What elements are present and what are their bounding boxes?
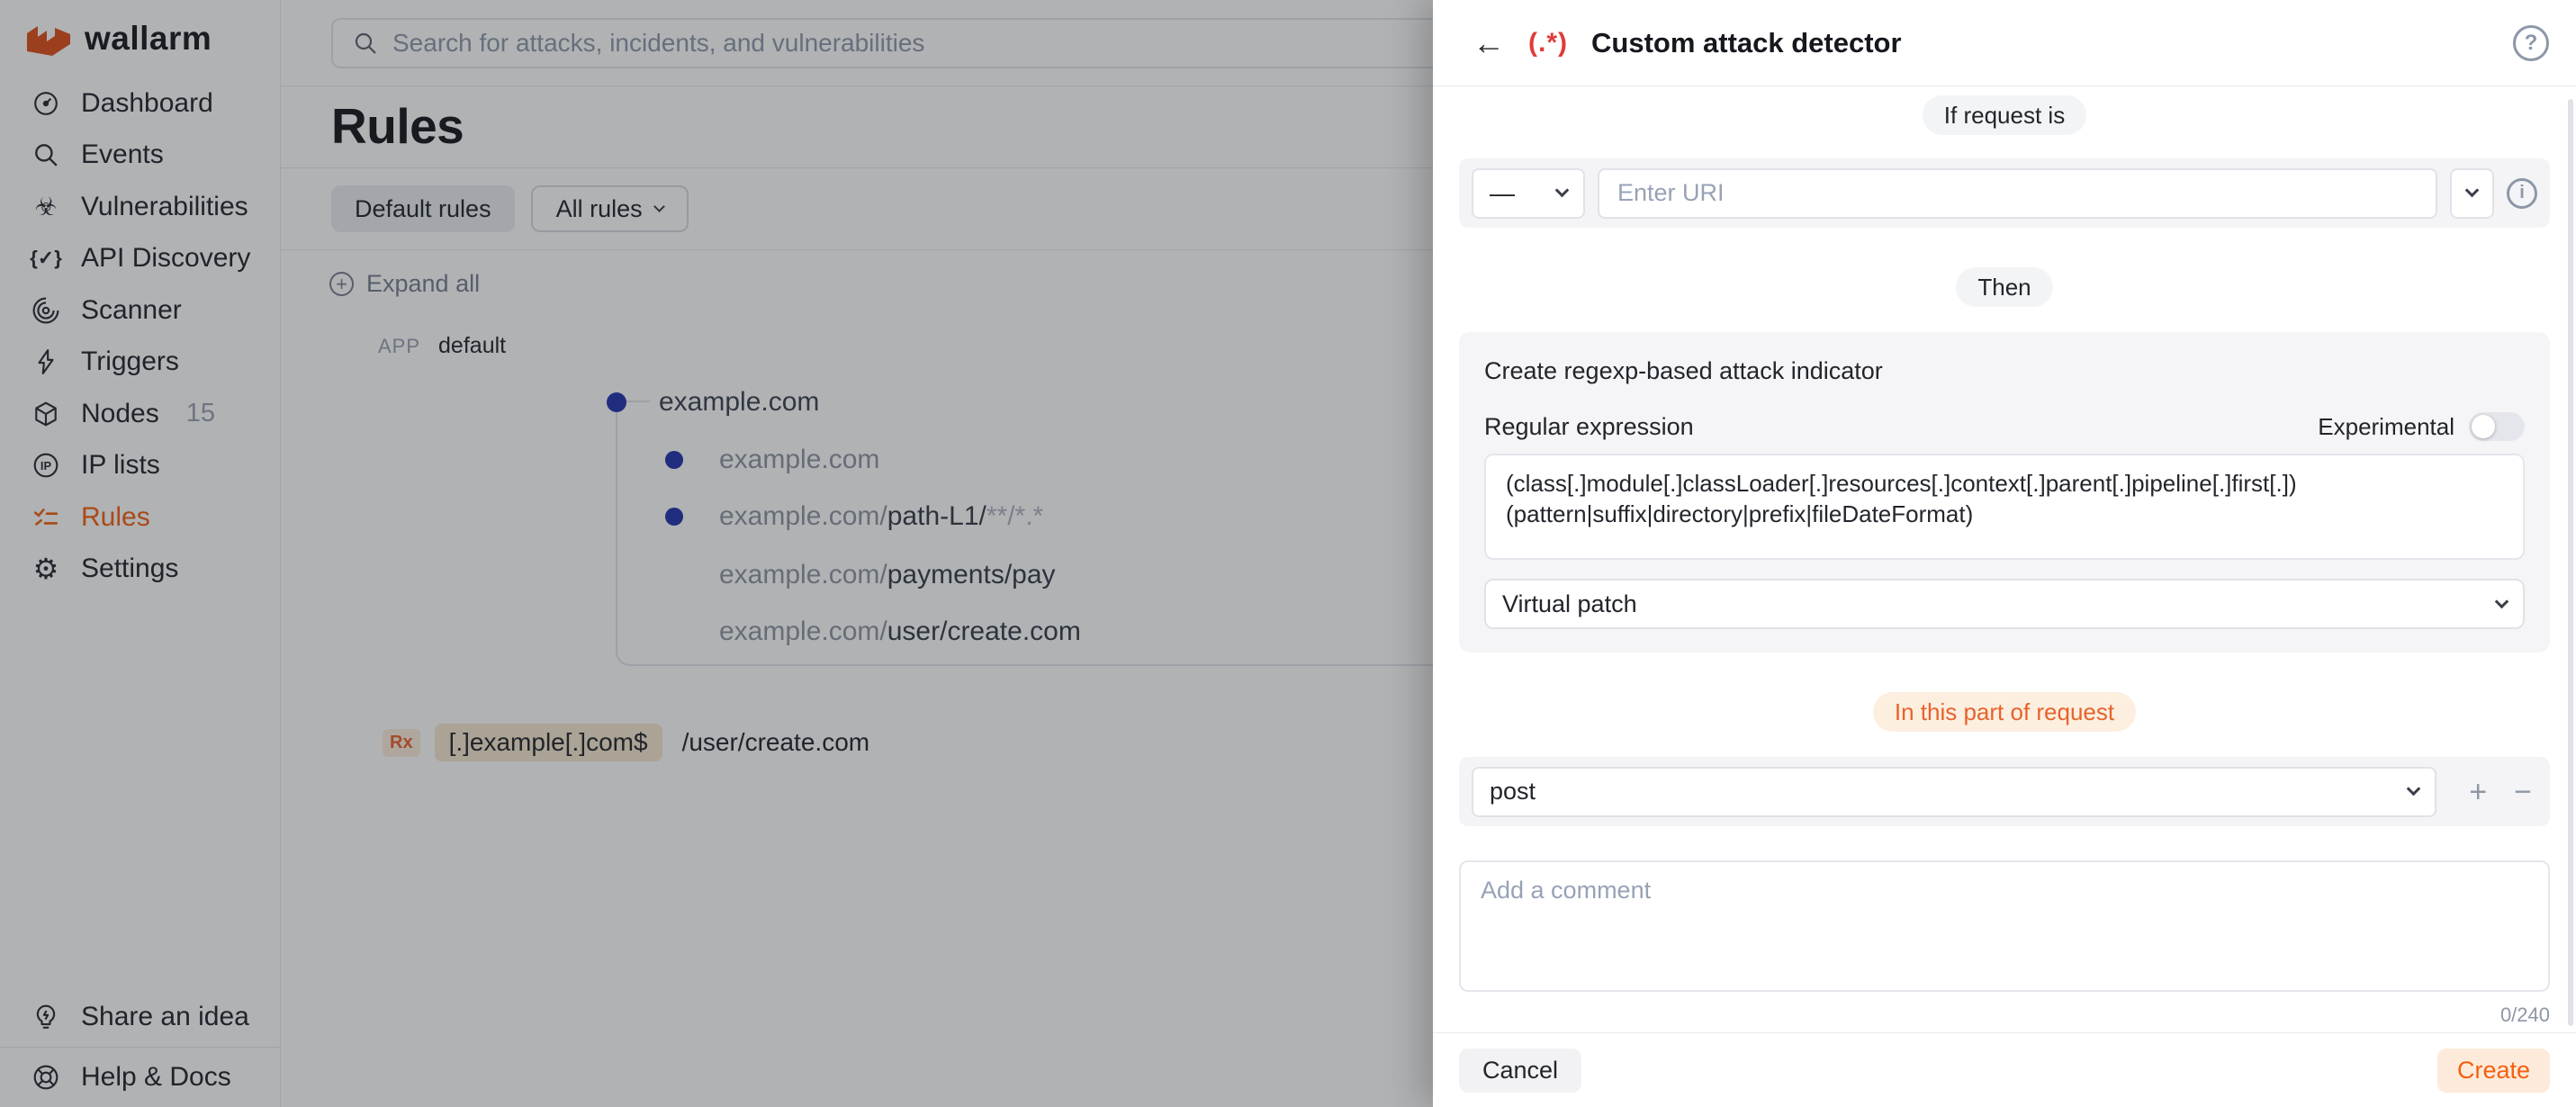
custom-attack-detector-panel: ← (.*) Custom attack detector ? If reque… xyxy=(1433,0,2576,1107)
panel-body: If request is — i Then Create regexp-bas… xyxy=(1433,86,2576,1032)
modal-dim-overlay xyxy=(0,0,1433,1107)
remove-part-button[interactable]: − xyxy=(2514,777,2532,807)
chevron-down-icon xyxy=(2495,594,2509,608)
chevron-down-icon xyxy=(2465,184,2480,198)
help-icon[interactable]: ? xyxy=(2513,25,2549,61)
experimental-label: Experimental xyxy=(2318,413,2454,441)
uri-input[interactable] xyxy=(1598,168,2437,219)
experimental-toggle[interactable] xyxy=(2469,412,2525,441)
uri-options-button[interactable] xyxy=(2450,168,2494,219)
comment-counter: 0/240 xyxy=(1459,1004,2550,1027)
request-part-select[interactable]: post xyxy=(1472,767,2436,817)
regexp-indicator-card: Create regexp-based attack indicator Reg… xyxy=(1459,332,2550,652)
regex-input[interactable]: (class[.]module[.]classLoader[.]resource… xyxy=(1484,454,2525,560)
condition-row: — i xyxy=(1459,158,2550,228)
chevron-down-icon xyxy=(2407,782,2421,796)
toggle-knob xyxy=(2472,415,2495,438)
operator-value: — xyxy=(1490,179,1557,208)
chevron-down-icon xyxy=(1555,184,1570,198)
action-select[interactable]: Virtual patch xyxy=(1484,579,2525,629)
regex-label-row: Regular expression Experimental xyxy=(1484,412,2525,441)
add-part-button[interactable]: + xyxy=(2469,777,2487,807)
request-part-row: post + − xyxy=(1459,757,2550,826)
regex-label: Regular expression xyxy=(1484,413,1694,441)
panel-scrollbar[interactable] xyxy=(2568,99,2573,1026)
condition-operator-select[interactable]: — xyxy=(1472,168,1585,219)
if-request-is-pill: If request is xyxy=(1923,95,2086,135)
info-icon[interactable]: i xyxy=(2507,178,2537,209)
request-part-value: post xyxy=(1490,778,2409,806)
action-value: Virtual patch xyxy=(1502,590,2497,618)
comment-input[interactable] xyxy=(1459,860,2550,992)
regex-rule-icon: (.*) xyxy=(1528,28,1568,58)
then-pill: Then xyxy=(1956,267,2052,307)
create-button[interactable]: Create xyxy=(2437,1048,2550,1093)
cancel-button[interactable]: Cancel xyxy=(1459,1048,1581,1093)
panel-header: ← (.*) Custom attack detector ? xyxy=(1433,0,2576,86)
indicator-heading: Create regexp-based attack indicator xyxy=(1484,357,2525,385)
experimental-control: Experimental xyxy=(2318,412,2525,441)
in-this-part-of-request-pill: In this part of request xyxy=(1873,692,2136,732)
back-arrow-button[interactable]: ← xyxy=(1473,27,1505,59)
panel-footer: Cancel Create xyxy=(1433,1032,2576,1107)
panel-title: Custom attack detector xyxy=(1591,27,1902,59)
